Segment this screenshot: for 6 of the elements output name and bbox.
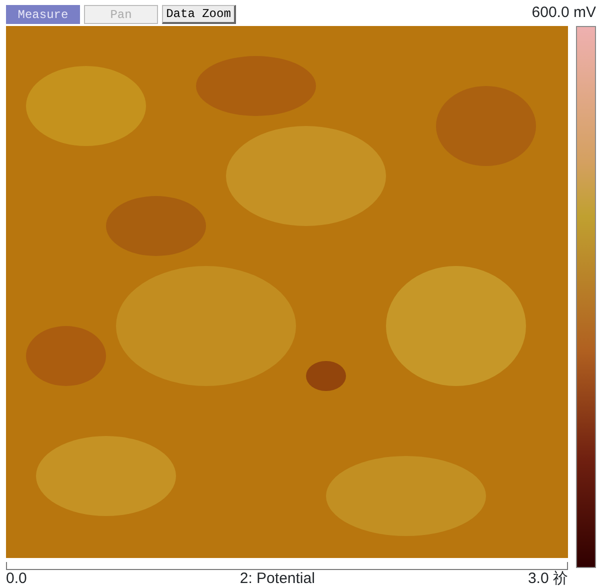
toolbar-button[interactable]: Data Zoom [162, 5, 236, 24]
channel-title: 2: Potential [240, 570, 315, 588]
axis-end-label: 3.0 祄 [528, 570, 568, 588]
axis-start-label: 0.0 [6, 570, 27, 588]
scale-max-label: 600.0 mV [532, 2, 596, 22]
toolbar-button[interactable]: Measure [6, 5, 80, 24]
